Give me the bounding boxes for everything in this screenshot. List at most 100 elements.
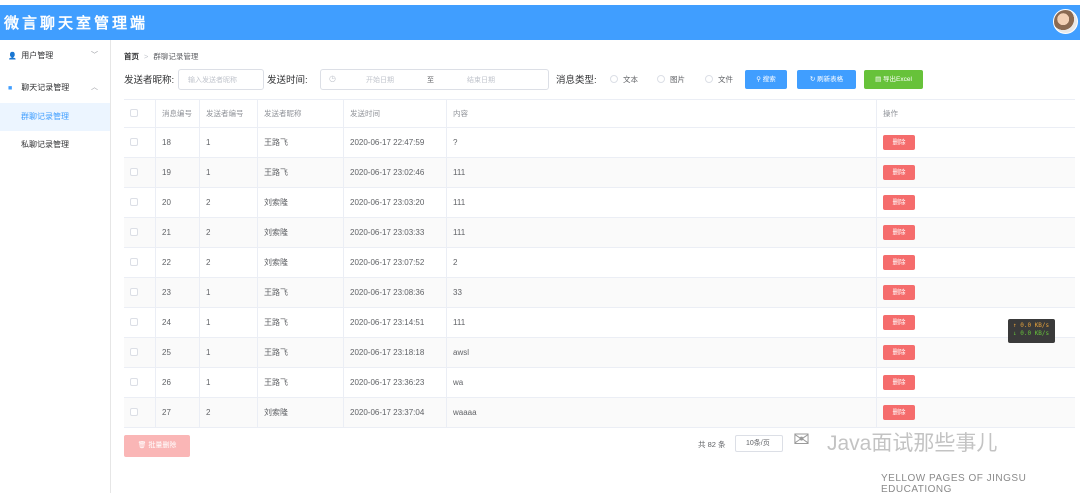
- cell-message-id: 26: [156, 368, 200, 397]
- wechat-icon: ✉: [793, 429, 810, 451]
- refresh-table-button[interactable]: ↻ 刷新表格: [797, 70, 856, 89]
- delete-button[interactable]: 删除: [883, 375, 915, 391]
- cell-content: 111: [447, 158, 877, 187]
- cell-nickname: 刘索隆: [258, 248, 344, 277]
- sidebar: 👤 用户管理 ﹀ ■ 聊天记录管理 ︿ 群聊记录管理 私聊记录管理: [0, 40, 111, 493]
- row-select-cell: [124, 278, 156, 307]
- watermark: ✉ Java面试那些事儿 YELLOW PAGES OF JINGSU EDUC…: [783, 421, 1080, 493]
- cell-message-id: 21: [156, 218, 200, 247]
- select-all-cell: [124, 100, 156, 127]
- date-range-picker[interactable]: ◷ 开始日期 至 结束日期: [320, 69, 549, 90]
- cell-content: 111: [447, 188, 877, 217]
- radio-file[interactable]: 文件: [705, 74, 733, 85]
- row-select-cell: [124, 398, 156, 427]
- cell-nickname: 刘索隆: [258, 398, 344, 427]
- breadcrumb-current: 群聊记录管理: [153, 52, 199, 61]
- cell-sender-id: 1: [200, 158, 258, 187]
- filter-bar: 发送者昵称: 输入发送者昵称 发送时间: ◷ 开始日期 至 结束日期 消息类型:…: [124, 69, 1074, 90]
- sidebar-item-user-management[interactable]: 👤 用户管理 ﹀: [0, 40, 110, 71]
- row-checkbox[interactable]: [130, 378, 138, 386]
- start-date-input[interactable]: 开始日期: [366, 75, 394, 85]
- row-checkbox[interactable]: [130, 348, 138, 356]
- select-all-checkbox[interactable]: [130, 109, 138, 117]
- cell-message-id: 18: [156, 128, 200, 157]
- delete-button[interactable]: 删除: [883, 405, 915, 421]
- trash-icon: 🗑: [137, 442, 149, 449]
- delete-button[interactable]: 删除: [883, 195, 915, 211]
- row-checkbox[interactable]: [130, 318, 138, 326]
- row-checkbox[interactable]: [130, 408, 138, 416]
- send-time-label: 发送时间:: [267, 75, 308, 86]
- delete-button[interactable]: 删除: [883, 285, 915, 301]
- cell-nickname: 王路飞: [258, 278, 344, 307]
- book-icon: ■: [8, 85, 13, 92]
- cell-send-time: 2020-06-17 23:08:36: [344, 278, 447, 307]
- cell-nickname: 刘索隆: [258, 188, 344, 217]
- row-checkbox[interactable]: [130, 258, 138, 266]
- search-icon: ⚲: [756, 76, 763, 83]
- row-checkbox[interactable]: [130, 138, 138, 146]
- breadcrumb-home[interactable]: 首页: [124, 52, 139, 61]
- cell-nickname: 王路飞: [258, 158, 344, 187]
- table-row: 24 1 王路飞 2020-06-17 23:14:51 111 删除: [124, 308, 1075, 338]
- total-count: 共 82 条: [698, 440, 726, 449]
- delete-button[interactable]: 删除: [883, 135, 915, 151]
- table-row: 20 2 刘索隆 2020-06-17 23:03:20 111 删除: [124, 188, 1075, 218]
- radio-text[interactable]: 文本: [610, 74, 638, 85]
- delete-button[interactable]: 删除: [883, 225, 915, 241]
- batch-delete-button[interactable]: 🗑 批量删除: [124, 435, 190, 457]
- row-checkbox[interactable]: [130, 228, 138, 236]
- radio-circle: [705, 75, 713, 83]
- nickname-placeholder: 输入发送者昵称: [188, 77, 237, 84]
- row-select-cell: [124, 248, 156, 277]
- cell-nickname: 王路飞: [258, 128, 344, 157]
- row-select-cell: [124, 218, 156, 247]
- row-select-cell: [124, 338, 156, 367]
- export-excel-button[interactable]: ▤ 导出Excel: [864, 70, 923, 89]
- sidebar-item-chat-records[interactable]: ■ 聊天记录管理 ︿: [0, 72, 110, 103]
- table-row: 23 1 王路飞 2020-06-17 23:08:36 33 删除: [124, 278, 1075, 308]
- sidebar-item-private-chat-records[interactable]: 私聊记录管理: [0, 131, 110, 159]
- user-avatar[interactable]: [1053, 9, 1078, 34]
- cell-send-time: 2020-06-17 23:18:18: [344, 338, 447, 367]
- cell-sender-id: 2: [200, 188, 258, 217]
- cell-content: 111: [447, 308, 877, 337]
- row-select-cell: [124, 188, 156, 217]
- cell-nickname: 王路飞: [258, 338, 344, 367]
- row-checkbox[interactable]: [130, 168, 138, 176]
- delete-button[interactable]: 删除: [883, 315, 915, 331]
- refresh-button-label: 刷新表格: [817, 76, 844, 83]
- search-button[interactable]: ⚲ 搜索: [745, 70, 787, 89]
- cell-send-time: 2020-06-17 23:02:46: [344, 158, 447, 187]
- column-header-sender-id: 发送者编号: [200, 100, 258, 127]
- cell-content: 111: [447, 218, 877, 247]
- cell-nickname: 刘索隆: [258, 218, 344, 247]
- radio-circle: [657, 75, 665, 83]
- radio-label: 图片: [670, 75, 685, 84]
- row-checkbox[interactable]: [130, 198, 138, 206]
- column-header-content: 内容: [447, 100, 877, 127]
- column-header-message-id: 消息编号: [156, 100, 200, 127]
- cell-sender-id: 2: [200, 248, 258, 277]
- cell-actions: 删除: [877, 128, 1075, 157]
- row-checkbox[interactable]: [130, 288, 138, 296]
- end-date-input[interactable]: 结束日期: [467, 75, 495, 85]
- cell-content: ?: [447, 128, 877, 157]
- delete-button[interactable]: 删除: [883, 165, 915, 181]
- delete-button[interactable]: 删除: [883, 345, 915, 361]
- chevron-up-icon: ︿: [91, 84, 98, 91]
- nickname-input[interactable]: 输入发送者昵称: [178, 69, 264, 90]
- page-size-select[interactable]: 10条/页: [735, 435, 783, 452]
- chevron-down-icon: ﹀: [91, 52, 98, 59]
- cell-send-time: 2020-06-17 23:07:52: [344, 248, 447, 277]
- cell-content: awsl: [447, 338, 877, 367]
- cell-actions: 删除: [877, 278, 1075, 307]
- cell-sender-id: 1: [200, 128, 258, 157]
- radio-image[interactable]: 图片: [657, 74, 685, 85]
- sidebar-item-group-chat-records[interactable]: 群聊记录管理: [0, 103, 110, 131]
- delete-button[interactable]: 删除: [883, 255, 915, 271]
- column-header-nickname: 发送者昵称: [258, 100, 344, 127]
- cell-actions: 删除: [877, 368, 1075, 397]
- cell-nickname: 王路飞: [258, 368, 344, 397]
- cell-message-id: 24: [156, 308, 200, 337]
